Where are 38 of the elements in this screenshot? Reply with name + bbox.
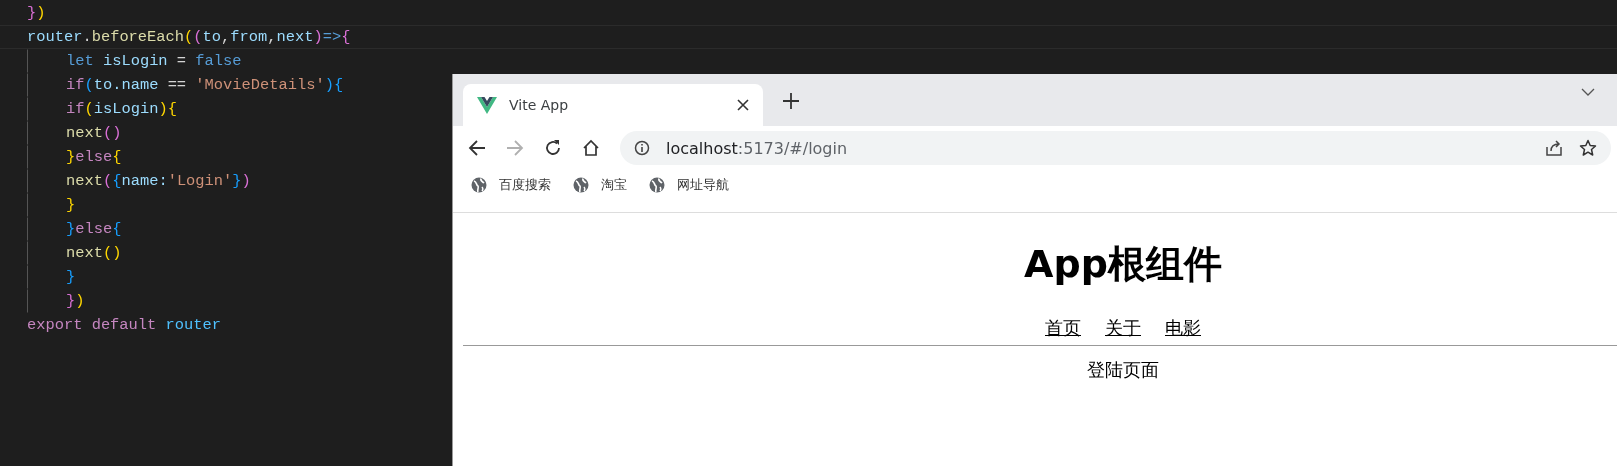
address-bar[interactable]: localhost:5173/#/login [620,131,1611,165]
code-line: }else{ [66,148,122,166]
page-text: 登陆页面 [1087,358,1159,382]
code-line: }) [27,4,46,22]
nav-link[interactable]: 电影 [1165,316,1201,340]
code-line: next() [66,244,122,262]
nav-link[interactable]: 关于 [1105,316,1141,340]
close-icon[interactable] [737,99,749,111]
code-line: router.beforeEach((to,from,next)=>{ [27,28,351,46]
home-icon[interactable] [582,139,600,157]
bookmark[interactable]: 淘宝 [573,176,627,194]
nav-link[interactable]: 首页 [1045,316,1081,340]
globe-icon [573,177,589,193]
bookmark[interactable]: 网址导航 [649,176,729,194]
star-icon[interactable] [1579,139,1597,157]
code-line: let isLogin = false [66,52,242,70]
code-line: }else{ [66,220,122,238]
new-tab-icon[interactable] [783,93,799,109]
globe-icon [471,177,487,193]
code-line: } [66,268,76,286]
code-line: if(isLogin){ [66,100,177,118]
code-line: export default router [27,316,221,334]
info-icon[interactable] [634,140,650,156]
code-line: if(to.name == 'MovieDetails'){ [66,76,344,94]
code-line: }) [66,292,85,310]
code-line: next() [66,124,122,142]
vite-logo-icon [477,96,497,114]
browser-tab[interactable]: Vite App [463,84,763,126]
url-text: localhost:5173/#/login [666,138,848,158]
code-line: next({name:'Login'}) [66,172,251,190]
chevron-down-icon[interactable] [1581,88,1595,96]
page-heading: App根组件 [1024,241,1222,288]
globe-icon [649,177,665,193]
share-icon[interactable] [1545,139,1563,157]
back-icon[interactable] [468,139,486,157]
bookmark[interactable]: 百度搜索 [471,176,551,194]
reload-icon[interactable] [544,139,562,157]
code-line: } [66,196,76,214]
